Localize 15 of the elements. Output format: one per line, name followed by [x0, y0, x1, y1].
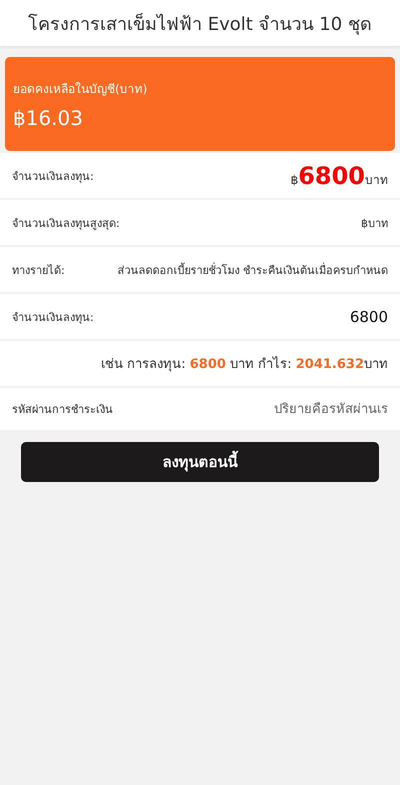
- balance-label: ยอดคงเหลือในบัญชี(บาท): [13, 80, 148, 98]
- profit-example: เช่น การลงทุน: 6800 บาท กำไร: 2041.632บาท: [101, 355, 388, 374]
- field-label: รหัสผ่านการชำระเงิน: [12, 402, 113, 418]
- field-label: จำนวนเงินลงทุน:: [12, 310, 94, 326]
- field-label: จำนวนเงินลงทุน:: [12, 168, 94, 184]
- field-value: ฿บาท: [361, 216, 388, 232]
- password-input[interactable]: ปริยายคือรหัสผ่านเร: [218, 402, 388, 416]
- invest-button[interactable]: ลงทุนตอนนี้: [21, 442, 379, 482]
- page-title: โครงการเสาเข็มไฟฟ้า Evolt จำนวน 10 ชุด: [28, 12, 372, 37]
- amount-input[interactable]: 6800: [238, 308, 388, 326]
- balance-amount: ฿16.03: [13, 106, 84, 130]
- field-value: ส่วนลดดอกเบี้ยรายชั่วโมง ชำระคืนเงินต้นเมื่อครบกำหนด: [118, 262, 388, 278]
- field-label: ทางรายได้:: [12, 262, 65, 278]
- field-label: จำนวนเงินลงทุนสูงสุด:: [12, 216, 120, 232]
- investment-amount: ฿6800บาท: [290, 162, 388, 190]
